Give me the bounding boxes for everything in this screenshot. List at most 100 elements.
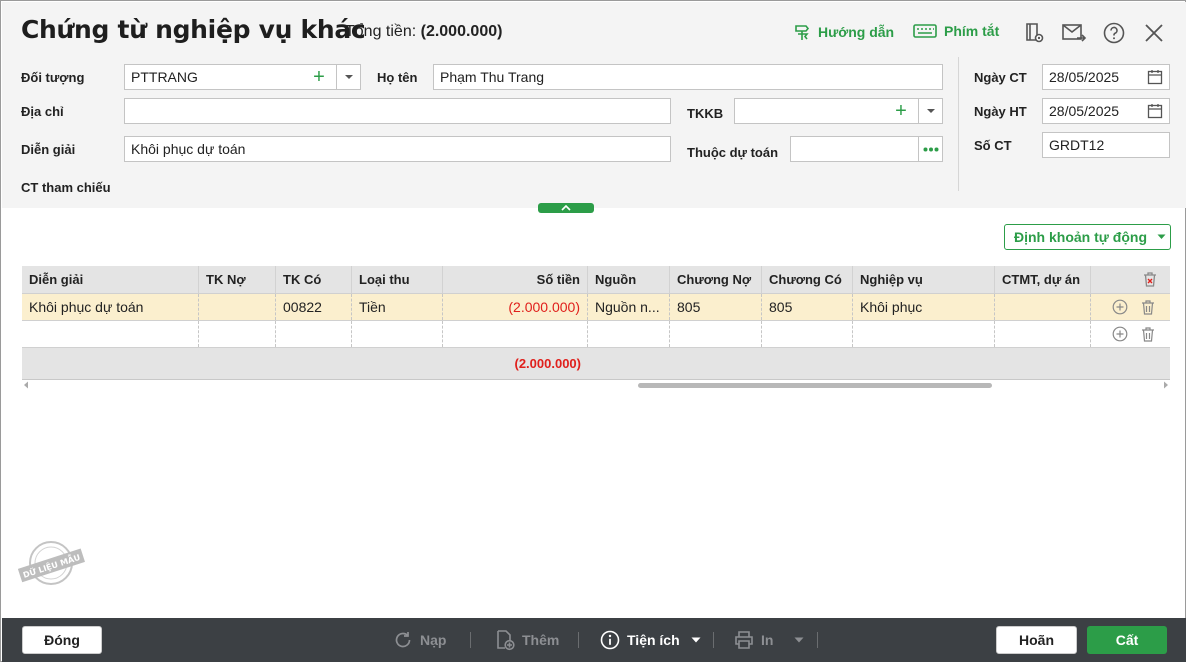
delete-row-icon[interactable] [1140,326,1156,343]
utilities-menu[interactable]: Tiện ích [600,628,701,652]
col-header-tk-co[interactable]: TK Có [276,266,352,293]
chevron-down-icon[interactable] [926,108,936,115]
ho-ten-input[interactable]: Phạm Thu Trang [433,64,943,90]
cell-so-tien[interactable]: (2.000.000) [443,294,588,320]
cell-so-tien[interactable] [443,321,588,347]
total-value: (2.000.000) [420,23,503,40]
auto-posting-button[interactable]: Định khoản tự động [1004,224,1171,250]
cell-dien-giai[interactable]: Khôi phục dự toán [22,294,199,320]
dia-chi-label: Địa chỉ [21,104,64,119]
so-ct-input[interactable]: GRDT12 [1042,132,1170,158]
close-button[interactable]: Đóng [22,626,102,654]
cell-loai-thu[interactable]: Tiền [352,294,443,320]
ngay-ct-value: 28/05/2025 [1049,69,1120,85]
cell-ctmt[interactable] [995,294,1091,320]
ho-ten-label: Họ tên [377,70,418,85]
ct-tham-chieu-label: CT tham chiếu [21,180,111,195]
delete-all-icon[interactable] [1142,271,1158,288]
collapse-header-button[interactable] [538,203,594,213]
cell-chuong-no[interactable]: 805 [670,294,762,320]
preview-book-icon[interactable] [1021,20,1047,46]
doi-tuong-combobox[interactable]: PTTRANG + [124,64,361,90]
scroll-right-icon[interactable] [1163,381,1169,389]
col-header-chuong-co[interactable]: Chương Có [762,266,853,293]
col-header-ctmt[interactable]: CTMT, dự án [995,266,1091,293]
calendar-icon[interactable] [1147,69,1163,85]
col-header-nghiep-vu[interactable]: Nghiệp vụ [853,266,995,293]
divider [470,632,471,648]
dien-giai-input[interactable]: Khôi phục dự toán [124,136,671,162]
cell-nguon[interactable] [588,321,670,347]
add-doi-tuong-icon[interactable]: + [310,67,328,87]
cell-chuong-no[interactable] [670,321,762,347]
ngay-ct-label: Ngày CT [974,70,1027,85]
ngay-ct-datepicker[interactable]: 28/05/2025 [1042,64,1170,90]
col-header-tk-no[interactable]: TK Nợ [199,266,276,293]
cell-tk-no[interactable] [199,321,276,347]
cell-dien-giai[interactable] [22,321,199,347]
total-amount: Tổng tiền: (2.000.000) [345,23,502,41]
cancel-button[interactable]: Hoãn [996,626,1077,654]
table-row[interactable]: Khôi phục dự toán 00822 Tiền (2.000.000)… [22,294,1170,321]
send-mail-icon[interactable] [1061,20,1087,46]
col-header-loai-thu[interactable]: Loại thu [352,266,443,293]
cell-chuong-co[interactable]: 805 [762,294,853,320]
save-button[interactable]: Cất [1087,626,1167,654]
cell-tk-no[interactable] [199,294,276,320]
close-icon[interactable] [1141,20,1167,46]
divider [918,137,919,161]
help-link[interactable]: Hướng dẫn [793,23,894,41]
tkkb-combobox[interactable]: + [734,98,943,124]
so-ct-label: Số CT [974,138,1012,153]
cell-tk-co[interactable]: 00822 [276,294,352,320]
chevron-down-icon [1157,234,1166,239]
grid-header-row: Diễn giải TK Nợ TK Có Loại thu Số tiền N… [22,266,1170,294]
col-header-chuong-no[interactable]: Chương Nợ [670,266,762,293]
so-ct-value: GRDT12 [1049,137,1105,153]
col-header-dien-giai[interactable]: Diễn giải [22,266,199,293]
dien-giai-value: Khôi phục dự toán [131,141,246,157]
add-tkkb-icon[interactable]: + [892,101,910,121]
cell-ctmt[interactable] [995,321,1091,347]
table-row[interactable] [22,321,1170,348]
print-label: In [761,632,774,648]
add-row-icon[interactable] [1112,326,1128,342]
dia-chi-input[interactable] [124,98,671,124]
cell-nghiep-vu[interactable]: Khôi phục [853,294,995,320]
voucher-window: Chứng từ nghiệp vụ khác Tổng tiền: (2.00… [0,0,1186,662]
cell-nguon[interactable]: Nguồn n... [588,294,670,320]
thuoc-du-toan-input[interactable] [790,136,943,162]
cell-nghiep-vu[interactable] [853,321,995,347]
add-new-label: Thêm [522,632,560,648]
calendar-icon[interactable] [1147,103,1163,119]
reload-button[interactable]: Nạp [393,628,446,652]
col-header-nguon[interactable]: Nguồn [588,266,670,293]
shortcut-link[interactable]: Phím tắt [913,23,999,39]
delete-row-icon[interactable] [1140,299,1156,316]
cell-loai-thu[interactable] [352,321,443,347]
horizontal-scrollbar[interactable] [22,380,1170,390]
divider [336,65,337,89]
chevron-down-icon[interactable] [344,74,354,81]
reload-label: Nạp [420,632,447,648]
total-so-tien: (2.000.000) [514,356,582,371]
print-menu[interactable]: In [734,628,804,652]
help-label: Hướng dẫn [818,24,895,40]
signpost-icon [795,25,810,40]
scroll-left-icon[interactable] [23,381,29,389]
divider [918,99,919,123]
dien-giai-label: Diễn giải [21,142,76,157]
more-dots-icon[interactable] [923,147,939,152]
col-header-so-tien[interactable]: Số tiền [443,266,588,293]
cell-chuong-co[interactable] [762,321,853,347]
add-document-icon [497,630,515,651]
scrollbar-thumb[interactable] [638,383,992,388]
add-row-icon[interactable] [1112,299,1128,315]
ngay-ht-datepicker[interactable]: 28/05/2025 [1042,98,1170,124]
thuoc-du-toan-label: Thuộc dự toán [687,145,779,160]
help-question-icon[interactable] [1101,20,1127,46]
cell-tk-co[interactable] [276,321,352,347]
info-icon [600,630,620,650]
page-title: Chứng từ nghiệp vụ khác [21,15,366,44]
add-new-button[interactable]: Thêm [495,628,559,652]
